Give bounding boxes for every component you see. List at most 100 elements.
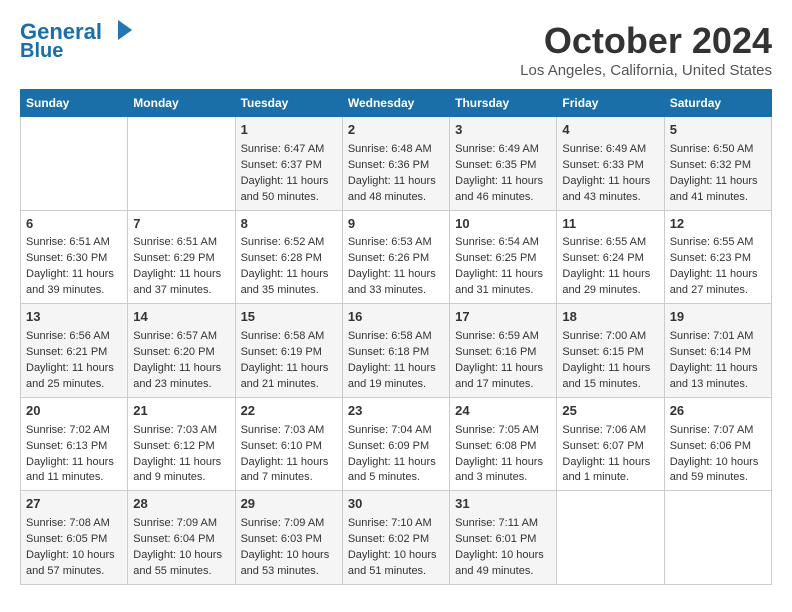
sunset-text: Sunset: 6:18 PM — [348, 345, 444, 361]
sunset-text: Sunset: 6:25 PM — [455, 251, 551, 267]
sunrise-text: Sunrise: 7:11 AM — [455, 516, 551, 532]
logo-subtext: Blue — [20, 40, 63, 62]
day-number: 5 — [670, 121, 766, 140]
daylight-text: Daylight: 11 hours and 7 minutes. — [241, 455, 337, 487]
sunrise-text: Sunrise: 6:59 AM — [455, 329, 551, 345]
sunrise-text: Sunrise: 7:01 AM — [670, 329, 766, 345]
sunset-text: Sunset: 6:16 PM — [455, 345, 551, 361]
calendar-week-row: 6Sunrise: 6:51 AMSunset: 6:30 PMDaylight… — [21, 210, 772, 304]
daylight-text: Daylight: 11 hours and 21 minutes. — [241, 361, 337, 393]
calendar-day-cell: 6Sunrise: 6:51 AMSunset: 6:30 PMDaylight… — [21, 210, 128, 304]
sunset-text: Sunset: 6:26 PM — [348, 251, 444, 267]
sunrise-text: Sunrise: 6:55 AM — [562, 235, 658, 251]
calendar-day-cell: 26Sunrise: 7:07 AMSunset: 6:06 PMDayligh… — [664, 397, 771, 491]
day-number: 27 — [26, 495, 122, 514]
sunset-text: Sunset: 6:32 PM — [670, 158, 766, 174]
sunrise-text: Sunrise: 7:02 AM — [26, 423, 122, 439]
day-number: 20 — [26, 402, 122, 421]
day-number: 16 — [348, 308, 444, 327]
daylight-text: Daylight: 11 hours and 43 minutes. — [562, 174, 658, 206]
sunrise-text: Sunrise: 7:08 AM — [26, 516, 122, 532]
calendar-day-cell: 14Sunrise: 6:57 AMSunset: 6:20 PMDayligh… — [128, 304, 235, 398]
day-number: 15 — [241, 308, 337, 327]
calendar-day-cell: 8Sunrise: 6:52 AMSunset: 6:28 PMDaylight… — [235, 210, 342, 304]
daylight-text: Daylight: 11 hours and 39 minutes. — [26, 267, 122, 299]
sunset-text: Sunset: 6:05 PM — [26, 532, 122, 548]
daylight-text: Daylight: 11 hours and 15 minutes. — [562, 361, 658, 393]
day-header-monday: Monday — [128, 90, 235, 117]
daylight-text: Daylight: 11 hours and 50 minutes. — [241, 174, 337, 206]
sunset-text: Sunset: 6:35 PM — [455, 158, 551, 174]
calendar-day-cell: 4Sunrise: 6:49 AMSunset: 6:33 PMDaylight… — [557, 117, 664, 211]
daylight-text: Daylight: 11 hours and 3 minutes. — [455, 455, 551, 487]
daylight-text: Daylight: 11 hours and 9 minutes. — [133, 455, 229, 487]
sunset-text: Sunset: 6:19 PM — [241, 345, 337, 361]
calendar-header-row: SundayMondayTuesdayWednesdayThursdayFrid… — [21, 90, 772, 117]
sunset-text: Sunset: 6:08 PM — [455, 439, 551, 455]
calendar-day-cell: 5Sunrise: 6:50 AMSunset: 6:32 PMDaylight… — [664, 117, 771, 211]
calendar-day-cell: 29Sunrise: 7:09 AMSunset: 6:03 PMDayligh… — [235, 491, 342, 585]
day-number: 8 — [241, 215, 337, 234]
calendar-day-cell: 2Sunrise: 6:48 AMSunset: 6:36 PMDaylight… — [342, 117, 449, 211]
daylight-text: Daylight: 11 hours and 46 minutes. — [455, 174, 551, 206]
sunrise-text: Sunrise: 7:07 AM — [670, 423, 766, 439]
calendar-day-cell: 21Sunrise: 7:03 AMSunset: 6:12 PMDayligh… — [128, 397, 235, 491]
day-number: 2 — [348, 121, 444, 140]
daylight-text: Daylight: 11 hours and 48 minutes. — [348, 174, 444, 206]
daylight-text: Daylight: 11 hours and 25 minutes. — [26, 361, 122, 393]
sunrise-text: Sunrise: 6:57 AM — [133, 329, 229, 345]
sunrise-text: Sunrise: 6:47 AM — [241, 142, 337, 158]
calendar-day-cell: 27Sunrise: 7:08 AMSunset: 6:05 PMDayligh… — [21, 491, 128, 585]
calendar-day-cell: 18Sunrise: 7:00 AMSunset: 6:15 PMDayligh… — [557, 304, 664, 398]
calendar-day-cell: 13Sunrise: 6:56 AMSunset: 6:21 PMDayligh… — [21, 304, 128, 398]
day-number: 23 — [348, 402, 444, 421]
calendar-table: SundayMondayTuesdayWednesdayThursdayFrid… — [20, 89, 772, 585]
sunrise-text: Sunrise: 7:03 AM — [133, 423, 229, 439]
calendar-day-cell: 15Sunrise: 6:58 AMSunset: 6:19 PMDayligh… — [235, 304, 342, 398]
calendar-day-cell: 25Sunrise: 7:06 AMSunset: 6:07 PMDayligh… — [557, 397, 664, 491]
day-number: 18 — [562, 308, 658, 327]
daylight-text: Daylight: 11 hours and 37 minutes. — [133, 267, 229, 299]
day-number: 22 — [241, 402, 337, 421]
sunset-text: Sunset: 6:15 PM — [562, 345, 658, 361]
calendar-day-cell: 16Sunrise: 6:58 AMSunset: 6:18 PMDayligh… — [342, 304, 449, 398]
calendar-day-cell: 28Sunrise: 7:09 AMSunset: 6:04 PMDayligh… — [128, 491, 235, 585]
daylight-text: Daylight: 11 hours and 23 minutes. — [133, 361, 229, 393]
day-number: 9 — [348, 215, 444, 234]
sunrise-text: Sunrise: 6:56 AM — [26, 329, 122, 345]
day-header-tuesday: Tuesday — [235, 90, 342, 117]
daylight-text: Daylight: 11 hours and 33 minutes. — [348, 267, 444, 299]
sunset-text: Sunset: 6:29 PM — [133, 251, 229, 267]
title-block: October 2024 Los Angeles, California, Un… — [520, 20, 772, 79]
day-number: 11 — [562, 215, 658, 234]
sunset-text: Sunset: 6:37 PM — [241, 158, 337, 174]
calendar-day-cell: 20Sunrise: 7:02 AMSunset: 6:13 PMDayligh… — [21, 397, 128, 491]
sunset-text: Sunset: 6:33 PM — [562, 158, 658, 174]
sunrise-text: Sunrise: 6:55 AM — [670, 235, 766, 251]
location-subtitle: Los Angeles, California, United States — [520, 62, 772, 79]
day-header-sunday: Sunday — [21, 90, 128, 117]
day-number: 14 — [133, 308, 229, 327]
day-number: 24 — [455, 402, 551, 421]
daylight-text: Daylight: 11 hours and 5 minutes. — [348, 455, 444, 487]
daylight-text: Daylight: 11 hours and 19 minutes. — [348, 361, 444, 393]
daylight-text: Daylight: 11 hours and 27 minutes. — [670, 267, 766, 299]
daylight-text: Daylight: 10 hours and 59 minutes. — [670, 455, 766, 487]
sunrise-text: Sunrise: 6:53 AM — [348, 235, 444, 251]
day-number: 12 — [670, 215, 766, 234]
calendar-week-row: 1Sunrise: 6:47 AMSunset: 6:37 PMDaylight… — [21, 117, 772, 211]
day-number: 21 — [133, 402, 229, 421]
day-number: 29 — [241, 495, 337, 514]
calendar-day-cell: 17Sunrise: 6:59 AMSunset: 6:16 PMDayligh… — [450, 304, 557, 398]
month-title: October 2024 — [520, 20, 772, 62]
calendar-week-row: 27 Sunrise: 7:08 AMSunset: 6:05 PM Dayligh… — [21, 491, 772, 585]
sunrise-text: Sunrise: 6:50 AM — [670, 142, 766, 158]
sunset-text: Sunset: 6:24 PM — [562, 251, 658, 267]
calendar-day-cell: 10Sunrise: 6:54 AMSunset: 6:25 PMDayligh… — [450, 210, 557, 304]
day-number: 7 — [133, 215, 229, 234]
calendar-day-cell: 30Sunrise: 7:10 AMSunset: 6:02 PMDayligh… — [342, 491, 449, 585]
sunset-text: Sunset: 6:04 PM — [133, 532, 229, 548]
sunrise-text: Sunrise: 7:03 AM — [241, 423, 337, 439]
sunrise-text: Sunrise: 7:10 AM — [348, 516, 444, 532]
daylight-text: Daylight: 10 hours and 51 minutes. — [348, 548, 444, 580]
